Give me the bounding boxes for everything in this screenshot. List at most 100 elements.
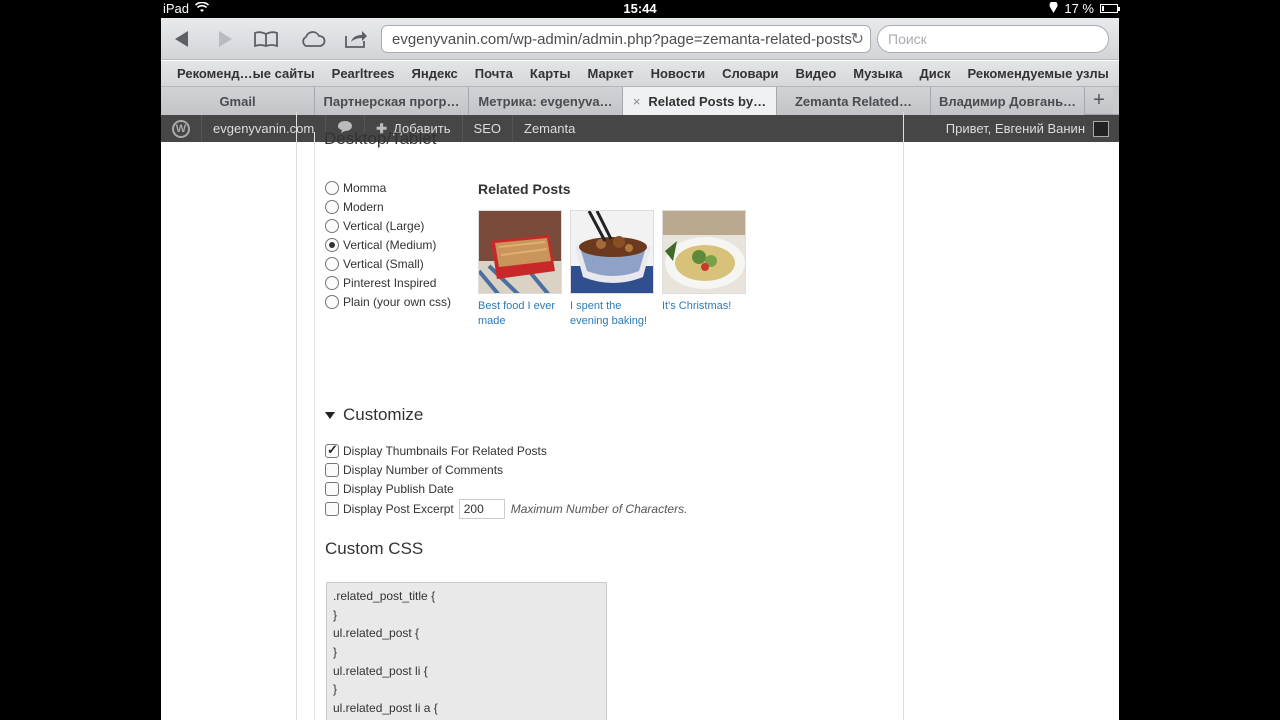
option-comments[interactable]: Display Number of Comments [325, 460, 687, 479]
tab-related-posts[interactable]: × Related Posts by… [623, 87, 777, 115]
style-options: Momma Modern Vertical (Large) Vertical (… [325, 178, 451, 311]
css-line: ul.related_post li a { [333, 701, 438, 716]
location-icon [1049, 1, 1058, 16]
radio-button[interactable] [325, 218, 339, 233]
new-tab-button[interactable]: + [1085, 87, 1113, 114]
tab-zemanta[interactable]: Zemanta Related… [777, 87, 931, 115]
food-thumbnail-image[interactable] [570, 210, 654, 294]
bookmark-item[interactable]: Новости [651, 66, 706, 81]
css-line: .related_post_title { [333, 589, 436, 603]
bookmark-item[interactable]: Яндекс [412, 66, 458, 81]
radio-button-selected[interactable] [325, 237, 339, 252]
option-label: Display Post Excerpt [343, 502, 454, 516]
panel-divider [314, 132, 315, 720]
bookmark-item[interactable]: Видео [795, 66, 836, 81]
style-option[interactable]: Vertical (Large) [325, 216, 451, 235]
option-thumbnails[interactable]: Display Thumbnails For Related Posts [325, 441, 687, 460]
style-option[interactable]: Vertical (Small) [325, 254, 451, 273]
tab-partner[interactable]: Партнерская прогр… [315, 87, 469, 115]
style-option[interactable]: Momma [325, 178, 451, 197]
radio-button[interactable] [325, 294, 339, 309]
style-option[interactable]: Pinterest Inspired [325, 273, 451, 292]
related-post-caption[interactable]: Best food I ever made [478, 299, 562, 329]
option-label: Pinterest Inspired [343, 275, 437, 290]
related-post-item[interactable]: Best food I ever made [478, 210, 562, 329]
bookmark-item[interactable]: Музыка [853, 66, 902, 81]
bookmark-item[interactable]: Маркет [587, 66, 633, 81]
bookmarks-icon[interactable] [253, 26, 279, 52]
related-post-item[interactable]: It's Christmas! [662, 210, 746, 329]
css-line: ul.related_post { [333, 626, 420, 641]
tab-vladimir[interactable]: Владимир Довгань… [931, 87, 1085, 115]
option-label: Vertical (Medium) [343, 237, 437, 252]
tab-gmail[interactable]: Gmail [161, 87, 315, 115]
account-menu[interactable]: Привет, Евгений Ванин [946, 115, 1109, 142]
search-field[interactable]: Поиск [877, 25, 1109, 53]
food-thumbnail-image[interactable] [662, 210, 746, 294]
css-line: } [333, 645, 338, 660]
browser-window: evgenyvanin.com/wp-admin/admin.php?page=… [161, 18, 1119, 720]
reload-icon[interactable]: ↻ [851, 29, 864, 49]
radio-button[interactable] [325, 275, 339, 290]
css-line: } [333, 682, 338, 697]
checkbox[interactable] [325, 502, 339, 516]
bookmark-item[interactable]: Словари [722, 66, 778, 81]
bookmark-item[interactable]: Pearltrees [332, 66, 395, 81]
share-icon[interactable] [343, 26, 369, 52]
tab-strip: Gmail Партнерская прогр… Метрика: evgeny… [161, 87, 1119, 115]
excerpt-length-input[interactable]: 200 [458, 499, 505, 519]
checkbox-checked[interactable] [325, 442, 339, 458]
radio-button[interactable] [325, 180, 339, 195]
option-label: Vertical (Small) [343, 256, 424, 271]
avatar [1093, 120, 1109, 137]
style-option[interactable]: Plain (your own css) [325, 292, 451, 311]
custom-css-textarea[interactable]: .related_post_title { } ul.related_post … [326, 582, 607, 720]
bookmark-item[interactable]: Рекоменд…ые сайты [177, 66, 315, 81]
display-options: Display Thumbnails For Related Posts Dis… [325, 441, 687, 520]
battery-icon [1100, 4, 1120, 13]
plus-icon: + [1093, 89, 1105, 111]
option-label: Display Number of Comments [343, 462, 504, 477]
related-posts-preview: Related Posts Best food I ever made I sp… [478, 181, 746, 329]
back-icon[interactable] [171, 26, 193, 52]
checkbox[interactable] [325, 481, 339, 496]
wordpress-logo-icon: W [172, 119, 190, 138]
tab-metrika[interactable]: Метрика: evgenyva… [469, 87, 623, 115]
related-post-item[interactable]: I spent the evening baking! [570, 210, 654, 329]
option-label: Vertical (Large) [343, 218, 425, 233]
wp-menu[interactable]: W [161, 115, 202, 142]
option-publish-date[interactable]: Display Publish Date [325, 479, 687, 498]
bookmarks-bar: Рекоменд…ые сайты Pearltrees Яндекс Почт… [161, 61, 1119, 87]
greeting: Привет, Евгений Ванин [945, 121, 1085, 136]
related-post-caption[interactable]: It's Christmas! [662, 299, 746, 314]
radio-button[interactable] [325, 199, 339, 214]
tab-label: Zemanta Related… [794, 93, 913, 109]
bookmark-item[interactable]: Почта [475, 66, 513, 81]
css-line: } [333, 607, 338, 622]
tab-label: Владимир Довгань… [938, 93, 1077, 109]
option-label: Display Publish Date [343, 481, 454, 496]
option-label: Plain (your own css) [343, 294, 452, 309]
radio-button[interactable] [325, 256, 339, 271]
style-option[interactable]: Modern [325, 197, 451, 216]
style-option[interactable]: Vertical (Medium) [325, 235, 451, 254]
option-label: Display Thumbnails For Related Posts [343, 443, 547, 458]
custom-css-heading: Custom CSS [325, 539, 424, 558]
forward-icon[interactable] [214, 26, 236, 52]
status-bar: iPad 15:44 17 % [0, 0, 1280, 18]
battery-percent: 17 % [1064, 1, 1094, 16]
tab-label: Related Posts by… [648, 93, 767, 109]
customize-toggle[interactable]: Customize [325, 405, 423, 425]
url-field[interactable]: evgenyvanin.com/wp-admin/admin.php?page=… [381, 25, 871, 53]
close-tab-icon[interactable]: × [633, 94, 641, 109]
food-thumbnail-image[interactable] [478, 210, 562, 294]
tab-label: Gmail [219, 93, 256, 109]
option-excerpt[interactable]: Display Post Excerpt 200 Maximum Number … [325, 498, 687, 520]
related-post-caption[interactable]: I spent the evening baking! [570, 299, 654, 329]
cloud-icon[interactable] [299, 26, 327, 52]
bookmark-item[interactable]: Карты [530, 66, 571, 81]
bookmark-item[interactable]: Диск [920, 66, 951, 81]
option-label: Modern [343, 199, 384, 214]
checkbox[interactable] [325, 462, 339, 477]
bookmark-item[interactable]: Рекомендуемые узлы [968, 66, 1109, 81]
